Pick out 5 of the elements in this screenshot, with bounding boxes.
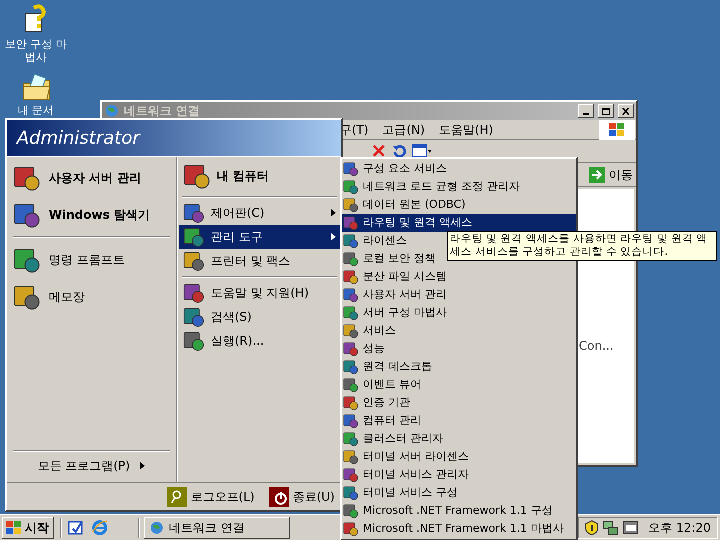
user-name: Administrator bbox=[17, 126, 140, 150]
clock: 오후 12:20 bbox=[648, 520, 711, 536]
window-title: 네트워크 연결 bbox=[124, 103, 202, 120]
item-label: Con... bbox=[579, 338, 614, 355]
tooltip: 라우팅 및 원격 액세스를 사용하면 라우팅 및 원격 액세스 서비스를 구성하고 관리할 수 있습니다. bbox=[447, 231, 717, 261]
